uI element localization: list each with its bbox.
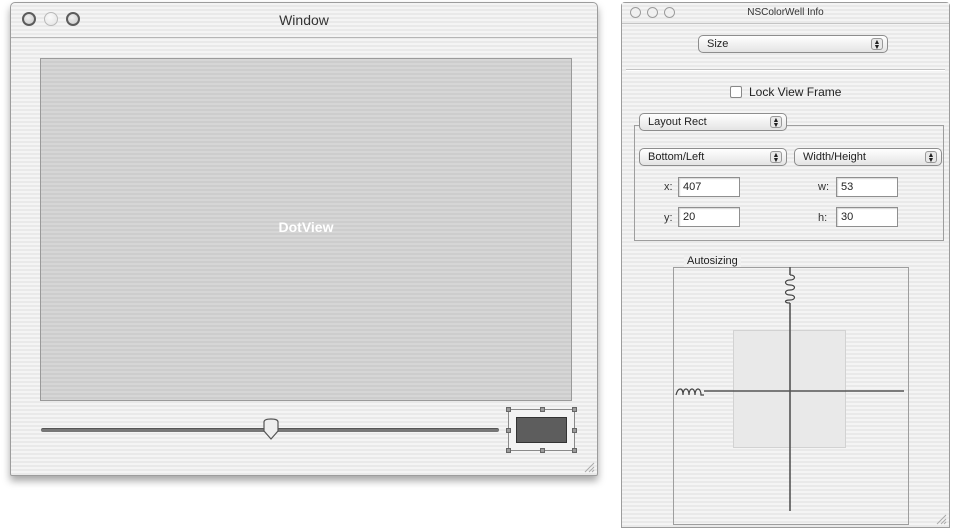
y-label: y:	[664, 212, 673, 224]
popup-arrows-icon: ▲ ▼	[925, 151, 937, 164]
x-label: x:	[664, 181, 673, 193]
resize-handle[interactable]	[506, 407, 511, 412]
inspector-view-popup-value: Size	[707, 38, 729, 50]
popup-arrows-icon: ▲ ▼	[871, 38, 883, 51]
origin-popup[interactable]: Bottom/Left ▲ ▼	[639, 148, 787, 166]
resize-handle[interactable]	[572, 407, 577, 412]
lock-view-frame-label: Lock View Frame	[749, 85, 842, 99]
y-field[interactable]: 20	[678, 207, 740, 227]
size-mode-popup[interactable]: Width/Height ▲ ▼	[794, 148, 942, 166]
panel-title: NSColorWell Info	[747, 7, 824, 18]
resize-handle[interactable]	[506, 448, 511, 453]
resize-handle[interactable]	[572, 448, 577, 453]
color-well-swatch[interactable]	[516, 417, 567, 443]
main-window: Window DotView	[10, 2, 598, 476]
title-bar[interactable]: Window	[11, 3, 597, 38]
h-label: h:	[818, 212, 828, 224]
dotview-label: DotView	[278, 219, 334, 235]
slider-knob[interactable]	[261, 418, 281, 440]
popup-arrows-icon: ▲ ▼	[770, 151, 782, 164]
inspector-view-popup[interactable]: Size ▲ ▼	[698, 35, 888, 53]
panel-resize-grip-icon[interactable]	[935, 513, 947, 525]
resize-handle[interactable]	[572, 428, 577, 433]
panel-title-bar[interactable]: NSColorWell Info	[622, 3, 949, 24]
lock-view-frame-checkbox[interactable]	[730, 86, 742, 98]
popup-arrows-icon: ▲ ▼	[770, 116, 782, 129]
info-panel: NSColorWell Info Size ▲ ▼ Lock View Frame…	[621, 2, 950, 528]
dotview[interactable]: DotView	[40, 58, 572, 401]
resize-grip-icon[interactable]	[583, 461, 595, 473]
h-field[interactable]: 30	[836, 207, 898, 227]
resize-handle[interactable]	[540, 407, 545, 412]
window-title: Window	[279, 12, 329, 28]
w-field[interactable]: 53	[836, 177, 898, 197]
layout-rect-popup-value: Layout Rect	[648, 116, 707, 128]
color-well[interactable]	[506, 407, 577, 453]
layout-rect-popup[interactable]: Layout Rect ▲ ▼	[639, 113, 787, 131]
w-label: w:	[818, 181, 829, 193]
origin-popup-value: Bottom/Left	[648, 151, 705, 163]
autosizing-view-rect	[733, 330, 846, 448]
autosizing-label: Autosizing	[684, 255, 741, 267]
x-field[interactable]: 407	[678, 177, 740, 197]
resize-handle[interactable]	[540, 448, 545, 453]
resize-handle[interactable]	[506, 428, 511, 433]
size-mode-popup-value: Width/Height	[803, 151, 866, 163]
section-divider	[626, 69, 945, 71]
